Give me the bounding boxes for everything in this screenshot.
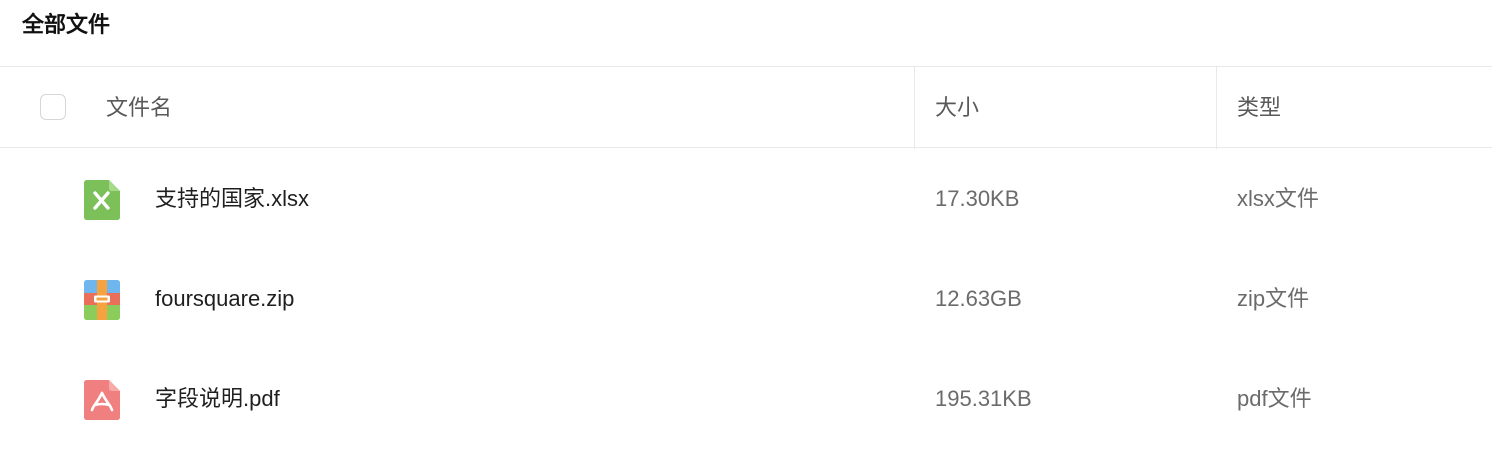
table-row[interactable]: foursquare.zip 12.63GB zip文件 xyxy=(0,248,1492,348)
select-all-checkbox[interactable] xyxy=(40,94,66,120)
file-name[interactable]: 支持的国家.xlsx xyxy=(155,184,309,214)
column-header-size[interactable]: 大小 xyxy=(935,93,979,123)
file-name[interactable]: 字段说明.pdf xyxy=(155,384,280,414)
table-header: 文件名 大小 类型 xyxy=(0,66,1492,149)
page-title: 全部文件 xyxy=(22,12,111,37)
file-name[interactable]: foursquare.zip xyxy=(155,284,294,314)
column-divider[interactable] xyxy=(1216,67,1217,149)
file-size: 17.30KB xyxy=(935,186,1020,211)
file-type: xlsx文件 xyxy=(1237,186,1319,211)
file-type: pdf文件 xyxy=(1237,386,1312,411)
excel-file-icon xyxy=(82,178,122,222)
column-header-type[interactable]: 类型 xyxy=(1237,93,1281,123)
column-divider[interactable] xyxy=(914,67,915,149)
file-type: zip文件 xyxy=(1237,286,1310,311)
column-header-name[interactable]: 文件名 xyxy=(106,93,172,123)
file-size: 195.31KB xyxy=(935,386,1032,411)
file-size: 12.63GB xyxy=(935,286,1022,311)
table-row[interactable]: 字段说明.pdf 195.31KB pdf文件 xyxy=(0,348,1492,448)
table-row[interactable]: 支持的国家.xlsx 17.30KB xlsx文件 xyxy=(0,148,1492,248)
zip-archive-icon xyxy=(82,278,122,322)
file-table: 文件名 大小 类型 支持的国家.xlsx 17.30KB xlsx文件 four… xyxy=(0,66,1492,448)
pdf-file-icon xyxy=(82,378,122,422)
